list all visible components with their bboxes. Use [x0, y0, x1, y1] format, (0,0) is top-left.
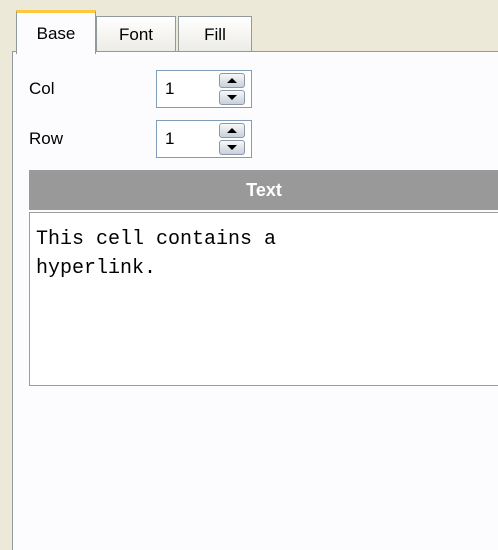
up-arrow-icon	[227, 78, 237, 83]
col-decrement-button[interactable]	[219, 90, 245, 105]
window-left-edge	[0, 0, 12, 550]
row-spin-buttons	[219, 123, 245, 155]
row-label: Row	[29, 129, 64, 148]
col-spinner[interactable]: 1	[156, 70, 252, 108]
tab-page-base: Col 1 Row 1 Text This cell contains a hy…	[12, 51, 498, 550]
col-spin-buttons	[219, 73, 245, 105]
tab-font[interactable]: Font	[96, 16, 176, 52]
col-label: Col	[29, 79, 55, 98]
row-value[interactable]: 1	[157, 129, 219, 149]
row-spinner[interactable]: 1	[156, 120, 252, 158]
tab-fill-label: Fill	[204, 24, 226, 44]
tab-strip: Base Font Fill	[12, 8, 498, 54]
tab-fill[interactable]: Fill	[178, 16, 252, 52]
tab-font-label: Font	[118, 24, 154, 44]
cell-text-content: This cell contains a hyperlink.	[36, 228, 289, 280]
cell-text-area[interactable]: This cell contains a hyperlink.	[29, 212, 498, 386]
row-increment-button[interactable]	[219, 123, 245, 138]
up-arrow-icon	[227, 128, 237, 133]
properties-window: Base Font Fill Col 1 Row 1 Text This cel…	[0, 0, 498, 550]
tab-base[interactable]: Base	[16, 10, 96, 54]
text-section-header: Text	[29, 170, 498, 210]
down-arrow-icon	[227, 145, 237, 150]
col-increment-button[interactable]	[219, 73, 245, 88]
down-arrow-icon	[227, 95, 237, 100]
col-value[interactable]: 1	[157, 79, 219, 99]
tab-base-label: Base	[36, 23, 76, 43]
row-decrement-button[interactable]	[219, 140, 245, 155]
